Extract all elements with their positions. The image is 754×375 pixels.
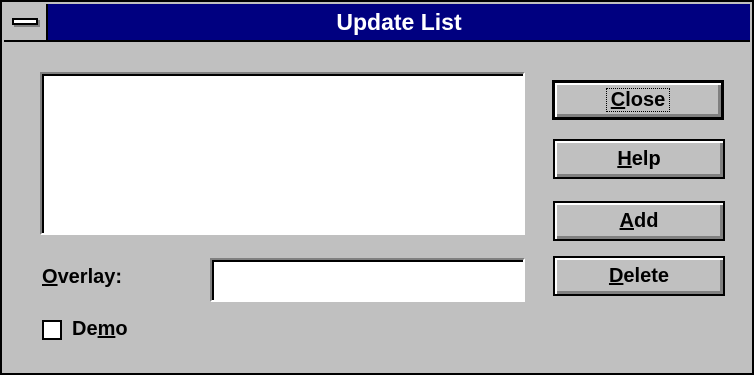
add-button[interactable]: Add xyxy=(553,201,725,241)
overlay-label: Overlay: xyxy=(42,266,123,288)
add-button-label: Add xyxy=(619,209,659,232)
delete-button[interactable]: Delete xyxy=(553,256,725,296)
help-button-label: Help xyxy=(617,147,661,170)
update-listbox[interactable] xyxy=(40,72,525,235)
overlay-input[interactable] xyxy=(210,258,525,302)
demo-checkbox[interactable] xyxy=(42,320,62,340)
delete-button-label: Delete xyxy=(608,264,670,287)
update-list-dialog: Update List Close Help Add Delete Overla… xyxy=(0,0,754,375)
system-menu-icon[interactable] xyxy=(4,4,48,40)
close-button[interactable]: Close xyxy=(552,80,724,120)
help-button[interactable]: Help xyxy=(553,139,725,179)
close-button-label: Close xyxy=(605,88,671,112)
system-menu-bar xyxy=(12,18,38,25)
title-bar[interactable]: Update List xyxy=(4,4,750,42)
dialog-title: Update List xyxy=(336,9,462,35)
demo-label[interactable]: Demo xyxy=(72,318,128,341)
